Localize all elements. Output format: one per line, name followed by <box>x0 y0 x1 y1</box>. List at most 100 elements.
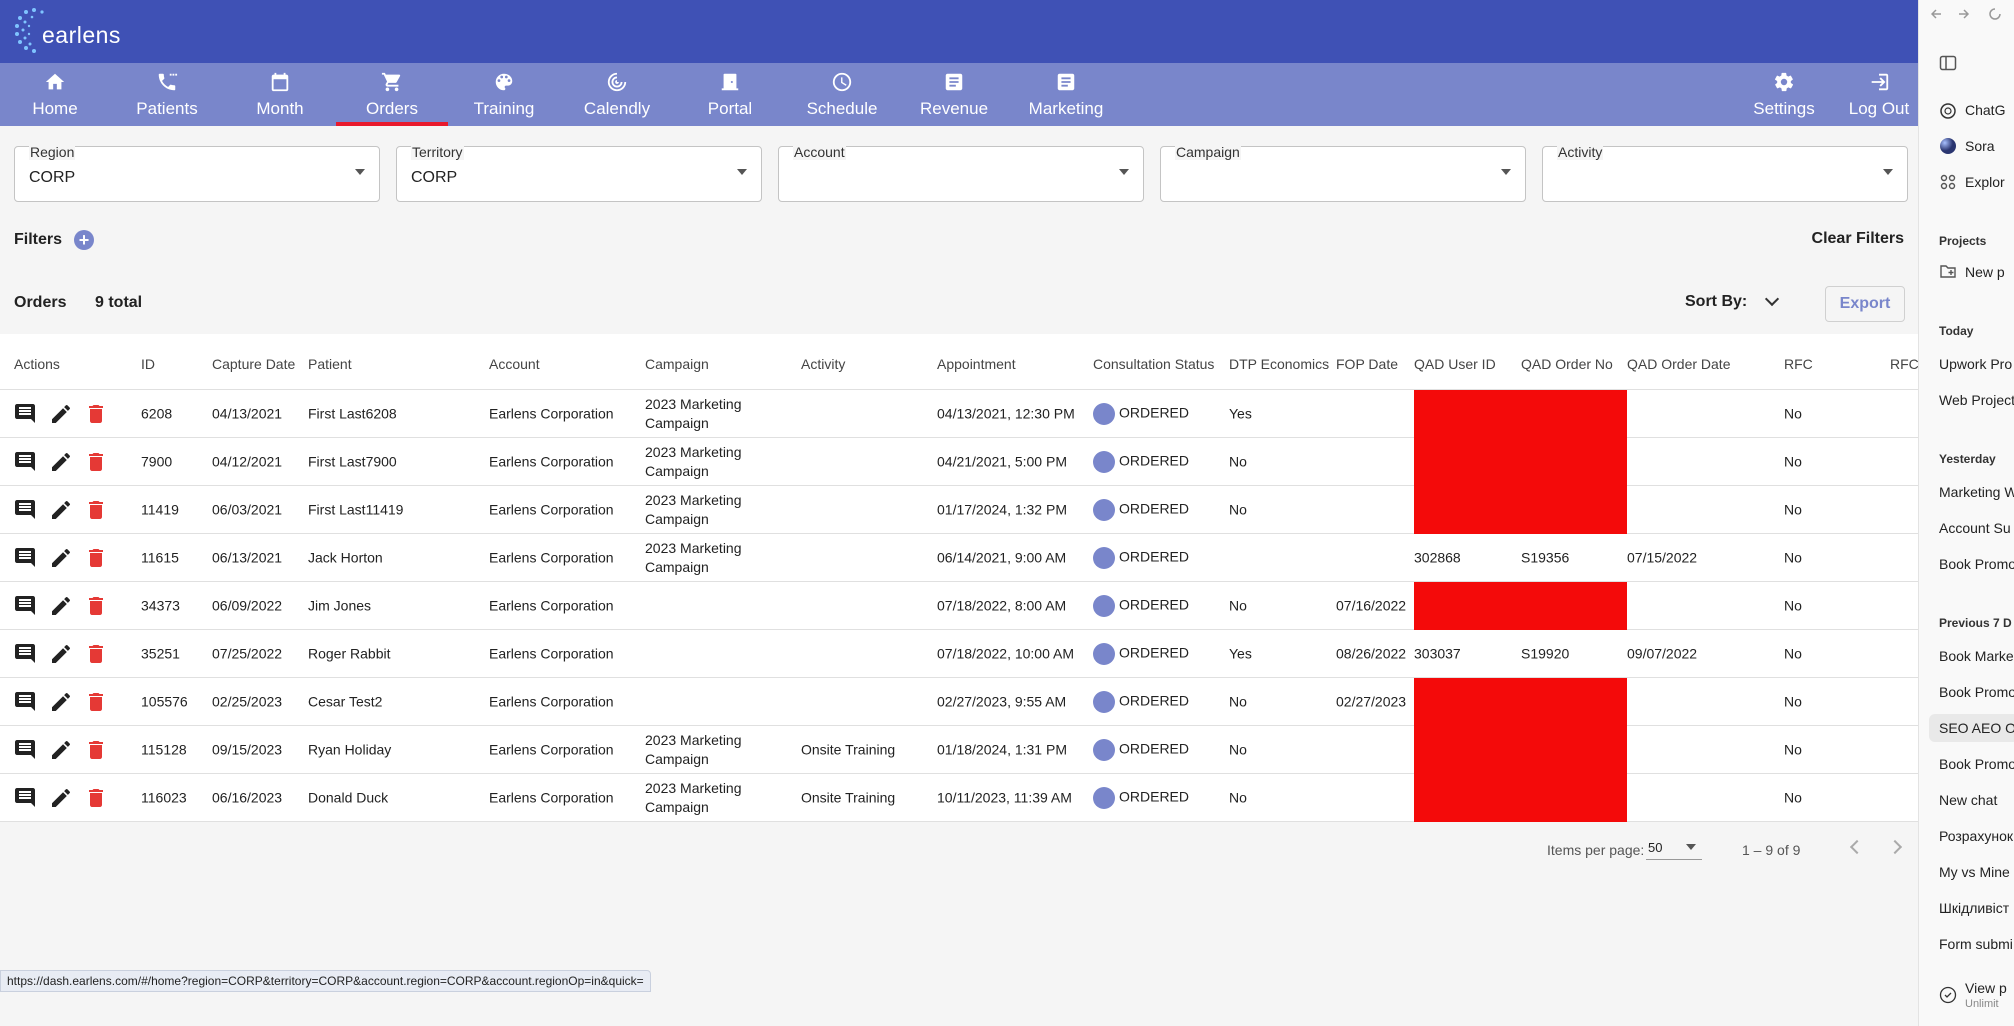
table-row[interactable]: 11419 06/03/2021 First Last11419 Earlens Co… <box>0 486 1918 534</box>
table-row[interactable]: 34373 06/09/2022 Jim Jones Earlens Corporat… <box>0 582 1918 630</box>
column-header[interactable]: Actions <box>14 356 60 372</box>
edit-icon[interactable] <box>49 786 73 810</box>
column-header[interactable]: QAD Order Date <box>1627 356 1730 372</box>
edit-icon[interactable] <box>49 642 73 666</box>
next-page-icon[interactable] <box>1887 839 1903 855</box>
comment-icon[interactable] <box>14 594 38 618</box>
nav-portal[interactable]: Portal <box>707 63 753 126</box>
comment-icon[interactable] <box>14 402 38 426</box>
nav-marketing[interactable]: Marketing <box>1028 63 1104 126</box>
items-per-page-select[interactable]: 50 <box>1646 836 1702 860</box>
edit-icon[interactable] <box>49 738 73 762</box>
chat-history-item[interactable]: Розрахунок <box>1939 828 2013 844</box>
comment-icon[interactable] <box>14 498 38 522</box>
nav-calendly[interactable]: Calendly <box>584 63 650 126</box>
prev-page-icon[interactable] <box>1849 839 1865 855</box>
export-button[interactable]: Export <box>1825 286 1905 322</box>
comment-icon[interactable] <box>14 546 38 570</box>
chat-history-item[interactable]: Marketing W <box>1939 484 2014 500</box>
column-header[interactable]: Capture Date <box>212 356 295 372</box>
edit-icon[interactable] <box>49 594 73 618</box>
nav-home[interactable]: Home <box>27 63 83 126</box>
chat-history-item[interactable]: Account Su <box>1939 520 2011 536</box>
earlens-logo[interactable]: earlens <box>14 6 124 56</box>
add-filter-icon[interactable]: + <box>74 230 95 250</box>
clear-filters-button[interactable]: Clear Filters <box>1812 230 1904 248</box>
column-header[interactable]: Campaign <box>645 356 709 372</box>
new-project-item[interactable]: New p <box>1965 264 2005 280</box>
column-header[interactable]: DTP Economics <box>1229 356 1329 372</box>
upgrade-icon <box>1939 986 1957 1004</box>
delete-icon[interactable] <box>84 738 108 762</box>
sidebar-item-chatgpt[interactable]: ChatG <box>1965 102 2005 118</box>
delete-icon[interactable] <box>84 450 108 474</box>
column-header[interactable]: Appointment <box>937 356 1016 372</box>
table-row[interactable]: 35251 07/25/2022 Roger Rabbit Earlens Corpo… <box>0 630 1918 678</box>
delete-icon[interactable] <box>84 546 108 570</box>
nav-settings[interactable]: Settings <box>1753 63 1815 126</box>
cell-patient: Ryan Holiday <box>308 741 392 757</box>
account-select[interactable]: Account <box>778 144 1144 202</box>
edit-icon[interactable] <box>49 498 73 522</box>
column-header[interactable]: RFC <box>1784 356 1813 372</box>
region-select[interactable]: Region CORP <box>14 144 380 202</box>
column-header[interactable]: FOP Date <box>1336 356 1398 372</box>
comment-icon[interactable] <box>14 786 38 810</box>
nav-schedule[interactable]: Schedule <box>807 63 877 126</box>
delete-icon[interactable] <box>84 786 108 810</box>
delete-icon[interactable] <box>84 498 108 522</box>
column-header[interactable]: Account <box>489 356 540 372</box>
edit-icon[interactable] <box>49 690 73 714</box>
sidebar-item-explore[interactable]: Explor <box>1965 174 2005 190</box>
column-header[interactable]: Activity <box>801 356 845 372</box>
chat-history-item[interactable]: Book Promo <box>1939 684 2014 700</box>
table-row[interactable]: 11615 06/13/2021 Jack Horton Earlens Corpor… <box>0 534 1918 582</box>
comment-icon[interactable] <box>14 450 38 474</box>
chat-history-item[interactable]: SEO AEO O <box>1929 714 2014 742</box>
chat-history-item[interactable]: Book Marke <box>1939 648 2014 664</box>
edit-icon[interactable] <box>49 546 73 570</box>
column-header[interactable]: RFC <box>1890 356 1918 372</box>
table-row[interactable]: 115128 09/15/2023 Ryan Holiday Earlens Corp… <box>0 726 1918 774</box>
table-row[interactable]: 7900 04/12/2021 First Last7900 Earlens Corp… <box>0 438 1918 486</box>
chat-history-item[interactable]: Шкідливіст <box>1939 900 2009 916</box>
chat-history-item[interactable]: Upwork Pro <box>1939 356 2012 372</box>
nav-revenue[interactable]: Revenue <box>920 63 988 126</box>
edit-icon[interactable] <box>49 402 73 426</box>
nav-month[interactable]: Month <box>252 63 308 126</box>
delete-icon[interactable] <box>84 642 108 666</box>
table-row[interactable]: 116023 06/16/2023 Donald Duck Earlens Corpo… <box>0 774 1918 822</box>
nav-logout[interactable]: Log Out <box>1849 63 1909 126</box>
nav-orders[interactable]: Orders <box>336 63 448 126</box>
nav-patients[interactable]: Patients <box>132 63 202 126</box>
sort-by-dropdown[interactable]: Sort By: <box>1685 291 1780 311</box>
table-row[interactable]: 105576 02/25/2023 Cesar Test2 Earlens Corpo… <box>0 678 1918 726</box>
chat-history-item[interactable]: Book Promo <box>1939 756 2014 772</box>
campaign-select[interactable]: Campaign <box>1160 144 1526 202</box>
column-header[interactable]: QAD Order No <box>1521 356 1613 372</box>
territory-select[interactable]: Territory CORP <box>396 144 762 202</box>
chat-history-item[interactable]: Book Promo <box>1939 556 2014 572</box>
delete-icon[interactable] <box>84 690 108 714</box>
column-header[interactable]: Patient <box>308 356 352 372</box>
table-row[interactable]: 6208 04/13/2021 First Last6208 Earlens Corp… <box>0 390 1918 438</box>
chat-history-item[interactable]: My vs Mine <box>1939 864 2010 880</box>
browser-nav-icons[interactable] <box>1931 6 2011 22</box>
delete-icon[interactable] <box>84 402 108 426</box>
chat-history-item[interactable]: Form submi <box>1939 936 2013 952</box>
activity-select[interactable]: Activity <box>1542 144 1908 202</box>
delete-icon[interactable] <box>84 594 108 618</box>
view-plans-item[interactable]: View p <box>1965 980 2007 996</box>
comment-icon[interactable] <box>14 642 38 666</box>
column-header[interactable]: Consultation Status <box>1093 356 1214 372</box>
column-header[interactable]: QAD User ID <box>1414 356 1496 372</box>
sidebar-toggle-icon[interactable] <box>1939 54 1957 72</box>
column-header[interactable]: ID <box>141 356 155 372</box>
chat-history-item[interactable]: New chat <box>1939 792 1997 808</box>
sidebar-item-sora[interactable]: Sora <box>1965 138 1995 154</box>
comment-icon[interactable] <box>14 738 38 762</box>
chat-history-item[interactable]: Web Project <box>1939 392 2014 408</box>
edit-icon[interactable] <box>49 450 73 474</box>
comment-icon[interactable] <box>14 690 38 714</box>
nav-training[interactable]: Training <box>473 63 535 126</box>
